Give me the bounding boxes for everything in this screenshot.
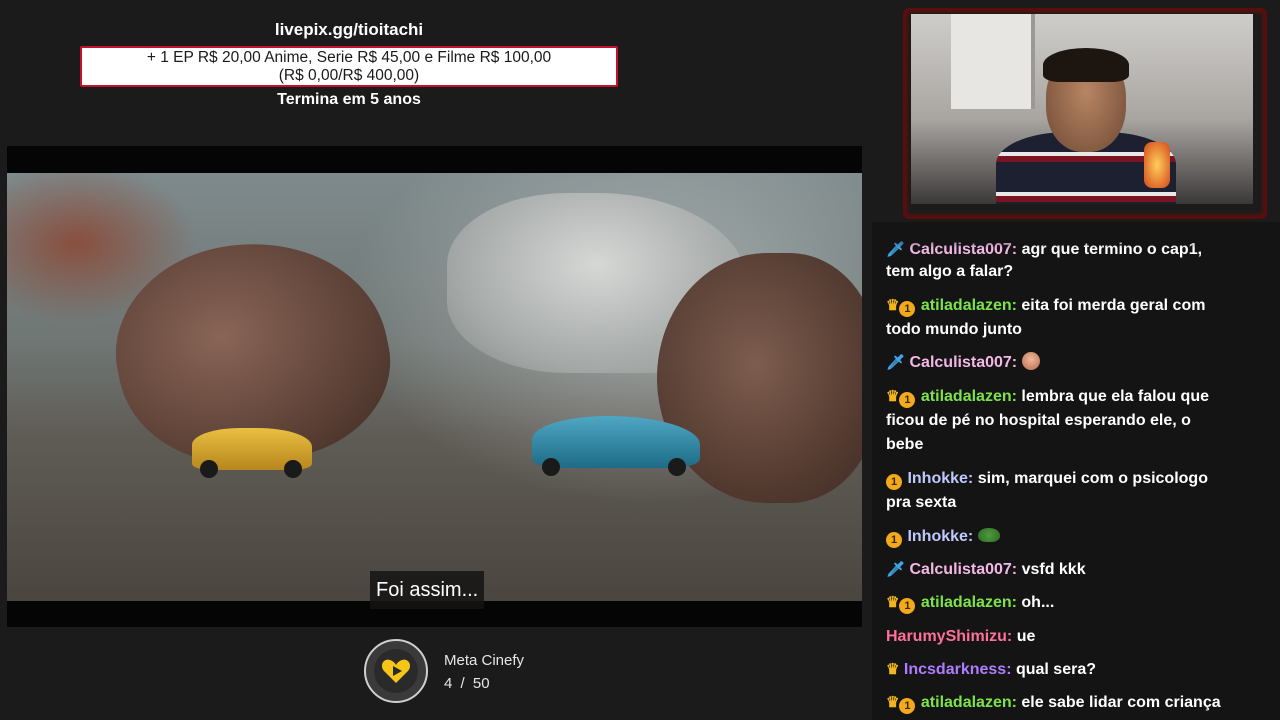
chat-message-cont: tem algo a falar? — [886, 260, 1266, 284]
yellow-toy-car — [192, 428, 312, 478]
coin-badge-icon: 1 — [886, 532, 902, 548]
chat-message: 1 Inhokke: — [886, 525, 1266, 549]
crown-badge-icon: ♛ — [886, 694, 900, 711]
chat-username: atiladalazen: — [920, 594, 1017, 611]
goal-current: 4 — [444, 675, 453, 692]
chat-message: 1 Inhokke: sim, marquei com o psicologo — [886, 467, 1266, 491]
chat-text: bebe — [886, 436, 924, 453]
chat-message: ♛ 1 atiladalazen: ele sabe lidar com cria… — [886, 691, 1266, 715]
donation-goal-progress: (R$ 0,00/R$ 400,00) — [278, 67, 420, 84]
chat-username: atiladalazen: — [920, 694, 1017, 711]
coin-badge-icon: 1 — [899, 392, 916, 408]
chat-username: atiladalazen: — [920, 297, 1017, 314]
chat-panel[interactable]: 🗡 Calculista007: agr que termino o cap1,… — [872, 222, 1280, 720]
chat-message: HarumyShimizu: ue — [886, 625, 1266, 649]
chat-username: Inhokke: — [907, 528, 974, 545]
chat-message-cont: pra sexta — [886, 491, 1266, 515]
chat-username: Incsdarkness: — [903, 661, 1012, 678]
video-frame: Foi assim... — [7, 173, 862, 609]
chat-message: ♛ 1 atiladalazen: lembra que ela falou qu… — [886, 385, 1266, 409]
donation-goal-box: + 1 EP R$ 20,00 Anime, Serie R$ 45,00 e … — [80, 46, 618, 87]
sword-badge-icon: 🗡 — [886, 354, 906, 371]
chat-text: tem algo a falar? — [886, 263, 1014, 280]
crown-badge-icon: ♛ — [886, 388, 900, 405]
chat-text: eita foi merda geral com — [1021, 297, 1206, 314]
chat-message: 🗡 Calculista007: — [886, 351, 1266, 375]
video-player[interactable]: Foi assim... — [7, 146, 862, 627]
chat-username: Calculista007: — [909, 354, 1018, 371]
goal-separator: / — [460, 675, 465, 692]
chat-username: atiladalazen: — [920, 388, 1017, 405]
pepe-emote-icon — [977, 528, 1000, 542]
goal-widget-icon-ring — [364, 639, 428, 703]
chat-text: ficou de pé no hospital esperando ele, o — [886, 412, 1191, 429]
chat-text: pra sexta — [886, 494, 957, 511]
subtitle: Foi assim... — [370, 571, 485, 609]
sword-badge-icon: 🗡 — [886, 561, 906, 578]
chat-text: sim, marquei com o psicologo — [977, 470, 1208, 487]
crown-badge-icon: ♛ — [886, 297, 900, 314]
chat-text: lembra que ela falou que — [1021, 388, 1209, 405]
streamer-hair — [1043, 48, 1129, 82]
webcam-feed — [911, 14, 1253, 204]
goal-widget-label: Meta Cinefy — [444, 652, 525, 669]
coin-badge-icon: 1 — [899, 598, 916, 614]
chat-text: ele sabe lidar com criança — [1021, 694, 1221, 711]
webcam-shelf — [951, 14, 1035, 109]
chat-text: oh... — [1021, 594, 1055, 611]
chat-text: qual sera? — [1015, 661, 1096, 678]
chat-username: HarumyShimizu: — [886, 628, 1013, 645]
chat-message: ♛ 1 atiladalazen: oh... — [886, 591, 1266, 615]
crown-badge-icon: ♛ — [886, 594, 900, 611]
chat-message: ♛ Incsdarkness: qual sera? — [886, 658, 1266, 682]
chat-text: vsfd kkk — [1021, 561, 1086, 578]
lamp — [1144, 142, 1170, 188]
chat-username: Calculista007: — [909, 561, 1018, 578]
chat-username: Inhokke: — [907, 470, 974, 487]
heart-play-icon — [374, 649, 418, 693]
chat-text: todo mundo junto — [886, 321, 1022, 338]
donation-goal-text: + 1 EP R$ 20,00 Anime, Serie R$ 45,00 e … — [146, 49, 552, 66]
livepix-url: livepix.gg/tioitachi — [274, 20, 424, 39]
chat-message-cont: bebe — [886, 433, 1266, 457]
chat-message-cont: todo mundo junto — [886, 318, 1266, 342]
chat-message: 🗡 Calculista007: vsfd kkk — [886, 558, 1266, 582]
goal-widget-count: 4 / 50 — [444, 675, 490, 692]
donation-goal-ends: Termina em 5 anos — [277, 91, 421, 108]
coin-badge-icon: 1 — [899, 301, 916, 317]
coin-badge-icon: 1 — [899, 698, 916, 714]
goal-target: 50 — [472, 675, 490, 692]
chat-message-cont: ficou de pé no hospital esperando ele, o — [886, 409, 1266, 433]
chat-message: ♛ 1 atiladalazen: eita foi merda geral co… — [886, 294, 1266, 318]
crown-badge-icon: ♛ — [886, 661, 900, 678]
coin-badge-icon: 1 — [886, 474, 902, 490]
chat-top-fade — [872, 222, 1280, 248]
chat-text: ue — [1016, 628, 1036, 645]
face-emote-icon — [1021, 352, 1040, 370]
